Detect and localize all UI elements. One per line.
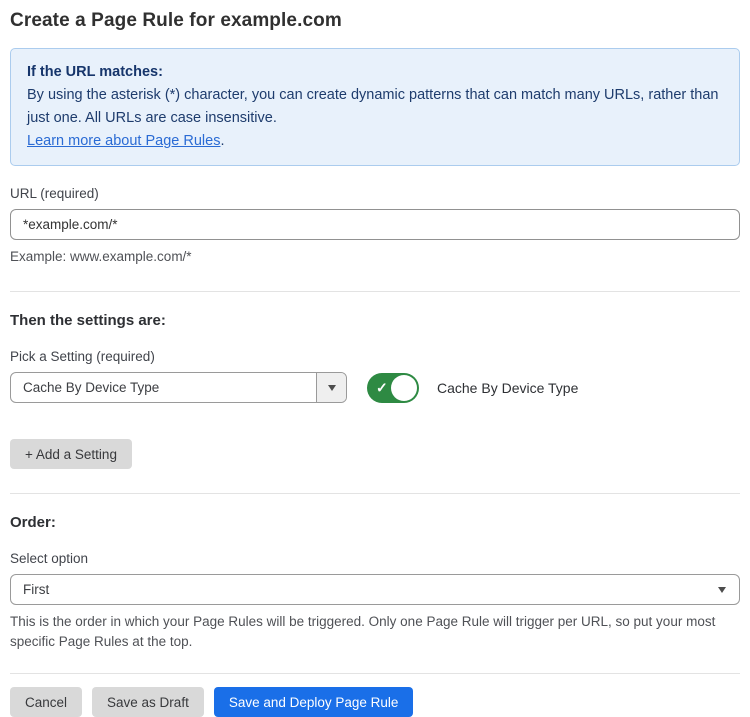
order-select-arrow <box>718 575 739 604</box>
pick-setting-label: Pick a Setting (required) <box>10 349 740 364</box>
check-icon: ✓ <box>376 380 388 394</box>
footer-actions: Cancel Save as Draft Save and Deploy Pag… <box>10 687 740 717</box>
link-period: . <box>220 133 224 149</box>
divider <box>10 673 740 674</box>
save-as-draft-button[interactable]: Save as Draft <box>92 687 204 717</box>
settings-section-heading: Then the settings are: <box>10 312 740 329</box>
setting-select-arrow-button[interactable] <box>316 373 346 402</box>
toggle-label: Cache By Device Type <box>437 380 578 396</box>
setting-select-value: Cache By Device Type <box>11 373 316 402</box>
order-select-value: First <box>11 575 718 604</box>
info-box-body: By using the asterisk (*) character, you… <box>27 84 723 130</box>
setting-row: Cache By Device Type ✓ Cache By Device T… <box>10 372 740 403</box>
cache-device-toggle[interactable]: ✓ <box>367 373 419 403</box>
divider <box>10 291 740 292</box>
url-label: URL (required) <box>10 186 740 201</box>
order-select[interactable]: First <box>10 574 740 605</box>
setting-select[interactable]: Cache By Device Type <box>10 372 347 403</box>
learn-more-link[interactable]: Learn more about Page Rules <box>27 133 220 149</box>
cancel-button[interactable]: Cancel <box>10 687 82 717</box>
toggle-knob <box>391 375 417 401</box>
divider <box>10 493 740 494</box>
chevron-down-icon <box>328 385 336 391</box>
url-match-info-box: If the URL matches: By using the asteris… <box>10 48 740 166</box>
url-input[interactable] <box>10 209 740 240</box>
select-option-label: Select option <box>10 551 740 566</box>
save-and-deploy-button[interactable]: Save and Deploy Page Rule <box>214 687 414 717</box>
order-section-heading: Order: <box>10 514 740 531</box>
info-box-link-line: Learn more about Page Rules. <box>27 130 723 153</box>
page-title: Create a Page Rule for example.com <box>10 10 740 32</box>
chevron-down-icon <box>718 587 726 593</box>
url-helper-text: Example: www.example.com/* <box>10 247 740 267</box>
info-box-heading: If the URL matches: <box>27 61 723 84</box>
add-setting-button[interactable]: + Add a Setting <box>10 439 132 469</box>
order-helper-text: This is the order in which your Page Rul… <box>10 612 730 652</box>
